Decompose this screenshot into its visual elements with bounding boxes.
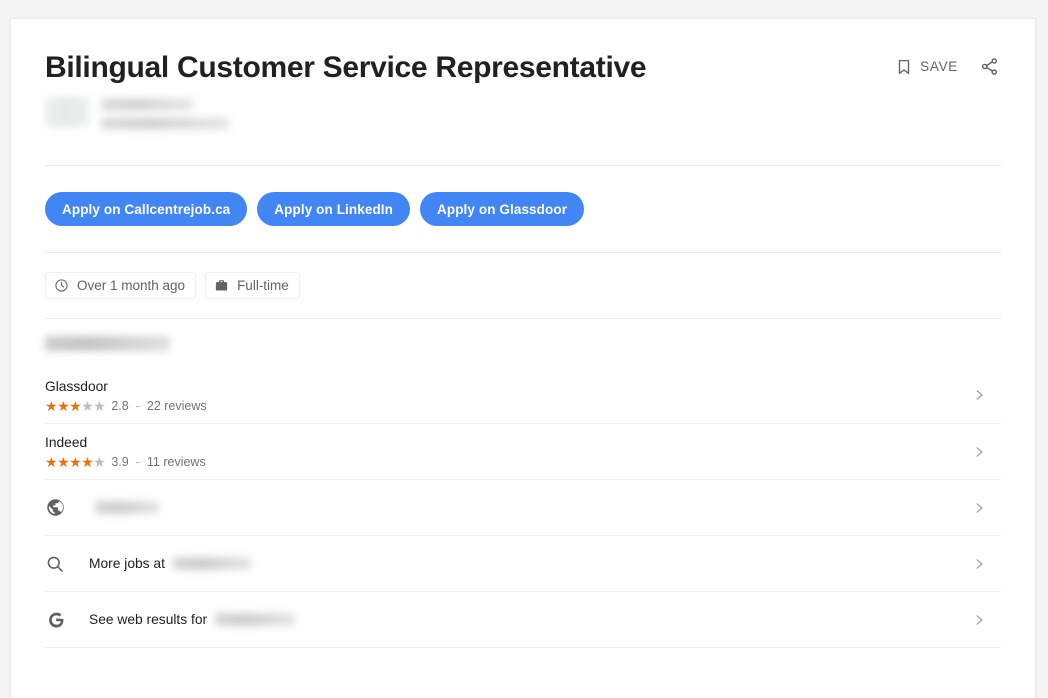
- indeed-rating: ★ ★ ★ ★ ★ 3.9 - 11 reviews: [45, 455, 967, 469]
- chevron-right-icon[interactable]: [967, 557, 991, 571]
- page-background: Bilingual Customer Service Representativ…: [0, 0, 1048, 698]
- web-results-content: See web results for: [89, 603, 967, 636]
- row-glassdoor[interactable]: Glassdoor ★ ★ ★ ★ ★ 2.8 - 22 reviews: [45, 367, 1001, 423]
- glassdoor-rating-value: 2.8: [111, 398, 129, 413]
- more-jobs-content: More jobs at: [89, 547, 967, 580]
- posted-date-chip: Over 1 month ago: [45, 272, 197, 299]
- web-results-label: See web results for: [89, 612, 208, 627]
- chevron-right-icon[interactable]: [967, 501, 991, 515]
- glassdoor-title: Glassdoor: [45, 378, 108, 394]
- apply-linkedin-button[interactable]: Apply on LinkedIn: [257, 192, 410, 226]
- chevron-right-icon[interactable]: [967, 445, 991, 459]
- apply-glassdoor-button[interactable]: Apply on Glassdoor: [420, 192, 585, 226]
- website-text: [89, 501, 967, 514]
- save-button[interactable]: SAVE: [893, 56, 960, 78]
- page-title: Bilingual Customer Service Representativ…: [45, 51, 647, 84]
- indeed-title: Indeed: [45, 435, 88, 450]
- apply-buttons-row: Apply on Callcentrejob.ca Apply on Linke…: [45, 166, 1001, 252]
- indeed-review-count: 11 reviews: [146, 455, 206, 469]
- indeed-rating-value: 3.9: [111, 455, 129, 469]
- clock-icon: [54, 278, 69, 293]
- indeed-rating-separator: -: [135, 455, 140, 469]
- glassdoor-review-count: 22 reviews: [146, 398, 207, 413]
- google-g-icon: [45, 609, 89, 631]
- company-location-redacted: [101, 118, 229, 129]
- save-button-label: SAVE: [920, 59, 958, 74]
- divider-list-bottom: [45, 647, 1001, 648]
- indeed-content: Indeed ★ ★ ★ ★ ★ 3.9 - 11 reviews: [45, 425, 967, 478]
- links-list: Glassdoor ★ ★ ★ ★ ★ 2.8 - 22 reviews Ind…: [45, 367, 1001, 650]
- web-results-query-redacted: [215, 613, 296, 626]
- glassdoor-content: Glassdoor ★ ★ ★ ★ ★ 2.8 - 22 reviews: [45, 369, 967, 422]
- briefcase-icon: [214, 278, 229, 293]
- share-button[interactable]: [978, 55, 1001, 78]
- glassdoor-rating-separator: -: [135, 398, 140, 413]
- website-content: [89, 492, 967, 523]
- job-meta-chips: Over 1 month ago Full-time: [45, 253, 1001, 318]
- header-actions: SAVE: [893, 55, 1001, 78]
- reviews-heading-redacted: [45, 335, 170, 351]
- website-redacted: [95, 501, 159, 514]
- more-jobs-label: More jobs at: [89, 556, 165, 571]
- reviews-section-heading: [45, 319, 1001, 367]
- bookmark-icon: [895, 58, 913, 76]
- job-type-chip: Full-time: [205, 272, 300, 299]
- company-text-lines: [101, 97, 229, 129]
- row-indeed[interactable]: Indeed ★ ★ ★ ★ ★ 3.9 - 11 reviews: [45, 423, 1001, 479]
- star-rating-glassdoor: ★ ★ ★ ★ ★: [45, 397, 106, 414]
- web-results-text: See web results for: [89, 612, 967, 627]
- search-icon: [45, 554, 89, 574]
- company-name-redacted: [101, 99, 193, 110]
- row-web-results[interactable]: See web results for: [45, 591, 1001, 647]
- share-icon: [980, 57, 999, 76]
- apply-callcentrejob-button[interactable]: Apply on Callcentrejob.ca: [45, 192, 248, 226]
- globe-icon: [45, 497, 89, 518]
- job-type-label: Full-time: [237, 278, 289, 293]
- job-detail-card: Bilingual Customer Service Representativ…: [10, 18, 1036, 698]
- more-jobs-text: More jobs at: [89, 556, 967, 571]
- job-header: Bilingual Customer Service Representativ…: [45, 19, 1001, 165]
- row-website[interactable]: [45, 479, 1001, 535]
- company-logo: [45, 97, 89, 127]
- posted-date-label: Over 1 month ago: [77, 278, 186, 293]
- more-jobs-company-redacted: [172, 557, 251, 570]
- company-info: [45, 97, 229, 129]
- chevron-right-icon[interactable]: [967, 613, 991, 627]
- star-rating-indeed: ★ ★ ★ ★ ★: [45, 454, 106, 470]
- row-more-jobs[interactable]: More jobs at: [45, 535, 1001, 591]
- chevron-right-icon[interactable]: [967, 388, 991, 402]
- glassdoor-rating: ★ ★ ★ ★ ★ 2.8 - 22 reviews: [45, 399, 967, 413]
